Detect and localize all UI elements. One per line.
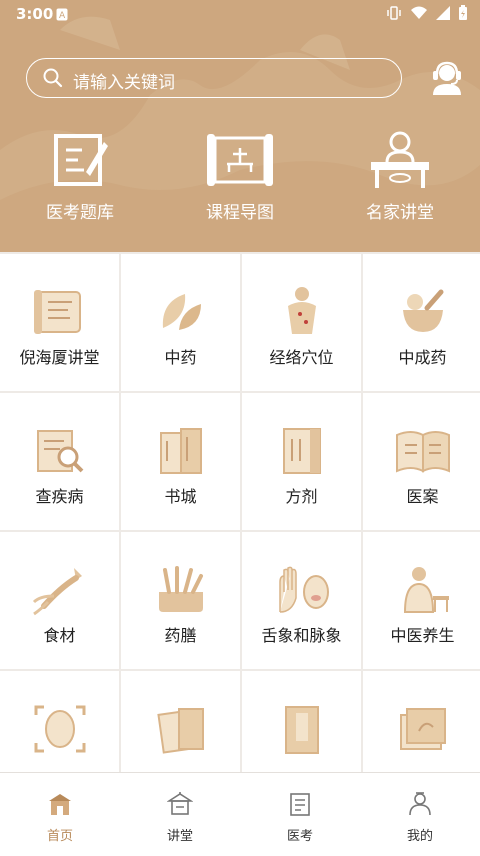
bottom-tab-bar: 首页 讲堂 医考 我的 <box>0 772 480 856</box>
top-nav-course-map[interactable]: 课程导图 <box>160 130 320 223</box>
tab-label: 医考 <box>286 829 313 844</box>
tea-package-icon <box>400 708 446 750</box>
profile-icon <box>409 792 431 816</box>
tab-label: 首页 <box>46 829 73 844</box>
open-book-icon <box>396 431 450 473</box>
hand-face-icon <box>279 566 329 613</box>
pavilion-icon <box>167 792 193 815</box>
grid-item-formulas[interactable]: 方剂 <box>242 393 361 530</box>
top-nav-label: 医考题库 <box>46 203 114 223</box>
home-icon <box>49 794 71 815</box>
grid-item-ingredients[interactable]: 食材 <box>0 532 119 669</box>
grid-item-chinese-herbs[interactable]: 中药 <box>121 254 240 391</box>
tab-label: 讲堂 <box>166 829 193 844</box>
exam-book-icon <box>290 793 310 816</box>
search-placeholder: 请输入关键词 <box>73 73 175 93</box>
grid-item-label: 倪海厦讲堂 <box>19 348 100 367</box>
tab-exam[interactable]: 医考 <box>240 773 360 856</box>
books-icon <box>160 428 202 474</box>
search-input[interactable]: 请输入关键词 <box>26 58 402 98</box>
grid-item-tea[interactable] <box>363 671 480 772</box>
customer-service-icon[interactable] <box>430 60 464 96</box>
grid-item-label: 方剂 <box>285 487 318 506</box>
scroll-map-icon <box>207 134 273 186</box>
grid-item-disease-lookup[interactable]: 查疾病 <box>0 393 119 530</box>
notification-icon: A <box>56 7 68 25</box>
grid-item-label: 中成药 <box>398 348 447 367</box>
grid-item-ni-haixia-lecture[interactable]: 倪海厦讲堂 <box>0 254 119 391</box>
grid-item-label: 食材 <box>43 626 76 645</box>
grid-item-bookstore[interactable]: 书城 <box>121 393 240 530</box>
body-acupoint-icon <box>288 287 316 334</box>
top-nav-label: 名家讲堂 <box>366 203 434 223</box>
grid-item-label: 书城 <box>164 487 197 506</box>
status-bar: 3:00 A <box>0 0 480 28</box>
stacked-books-icon <box>157 708 204 754</box>
grid-item-label: 查疾病 <box>35 487 84 506</box>
grid-item-tongue-pulse[interactable]: 舌象和脉象 <box>242 532 361 669</box>
mortar-icon <box>403 289 444 332</box>
classic-book-icon <box>285 706 319 754</box>
tab-home[interactable]: 首页 <box>0 773 120 856</box>
grid-item-label: 中医养生 <box>390 626 455 645</box>
herb-basket-icon <box>159 566 203 612</box>
scroll-icon <box>34 290 81 334</box>
grid-item-label: 中药 <box>164 348 197 367</box>
grid-item-medicinal-diet[interactable]: 药膳 <box>121 532 240 669</box>
tab-mine[interactable]: 我的 <box>360 773 480 856</box>
grid-item-book-single[interactable] <box>242 671 361 772</box>
leaf-icon <box>162 294 201 330</box>
top-nav-exam-bank[interactable]: 医考题库 <box>0 130 160 223</box>
ginseng-icon <box>32 568 82 616</box>
header: 3:00 A 请输入关键词 医考题库 课程导图 名家讲堂 <box>0 0 480 252</box>
status-time: 3:00 <box>16 5 54 23</box>
top-nav-master-lecture[interactable]: 名家讲堂 <box>320 130 480 223</box>
grid-item-case-records[interactable]: 医案 <box>363 393 480 530</box>
battery-icon <box>459 5 467 20</box>
face-scan-icon <box>34 705 86 753</box>
svg-text:A: A <box>59 11 66 21</box>
grid-item-patent-medicine[interactable]: 中成药 <box>363 254 480 391</box>
sage-icon <box>403 567 449 613</box>
prescription-book-icon <box>283 428 321 474</box>
top-nav-label: 课程导图 <box>206 203 274 223</box>
grid-item-label: 舌象和脉象 <box>261 626 342 645</box>
lecturer-icon <box>371 131 429 188</box>
grid-item-label: 医案 <box>406 487 439 506</box>
grid-item-tongue-scan[interactable] <box>0 671 119 772</box>
grid-item-label: 药膳 <box>164 626 197 645</box>
grid-item-tcm-wellness[interactable]: 中医养生 <box>363 532 480 669</box>
wifi-icon <box>411 6 427 19</box>
search-icon <box>43 68 63 88</box>
grid-item-books-2[interactable] <box>121 671 240 772</box>
grid-item-meridians-acupoints[interactable]: 经络穴位 <box>242 254 361 391</box>
grid-item-label: 经络穴位 <box>269 348 334 367</box>
tab-label: 我的 <box>406 829 433 844</box>
tab-lecture[interactable]: 讲堂 <box>120 773 240 856</box>
exam-board-icon <box>54 134 108 186</box>
vibrate-icon <box>387 6 401 20</box>
feature-grid: 倪海厦讲堂 中药 经络穴位 中成药 查疾病 书城 方剂 医案 食材 药膳 舌象和… <box>0 252 480 772</box>
signal-icon <box>436 6 450 20</box>
magnifier-book-icon <box>37 430 84 473</box>
